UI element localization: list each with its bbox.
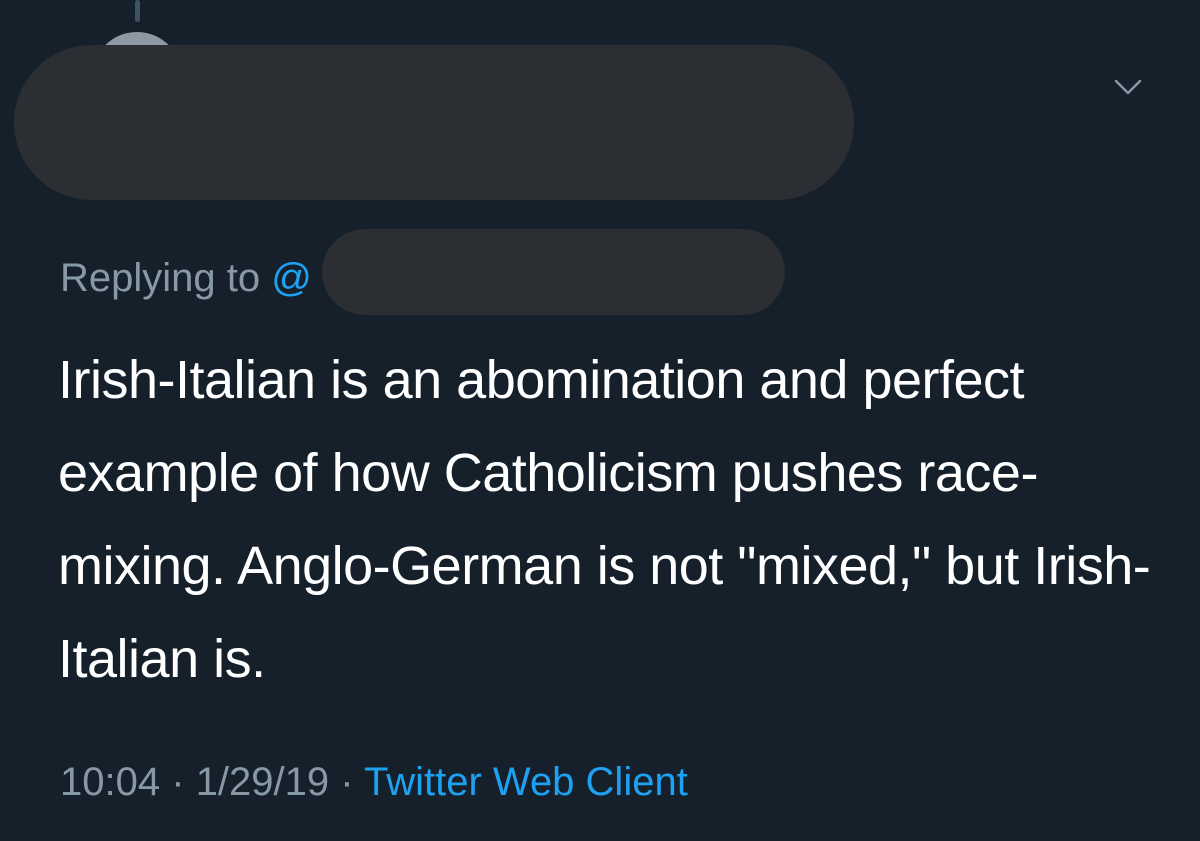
replying-to-label: Replying to (60, 256, 261, 300)
source-client-link[interactable]: Twitter Web Client (364, 760, 688, 804)
chevron-down-icon[interactable] (1110, 70, 1146, 106)
tweet-date[interactable]: 1/29/19 (196, 760, 329, 804)
meta-separator: · (340, 760, 354, 804)
author-name-redaction (14, 45, 854, 200)
tweet-text: Irish-Italian is an abomination and perf… (58, 350, 1151, 689)
tweet-metadata: 10:04 · 1/29/19 · Twitter Web Client (60, 756, 688, 808)
tweet-time[interactable]: 10:04 (60, 760, 160, 804)
reply-handle-redaction (322, 229, 785, 315)
thread-connector-line (135, 0, 140, 22)
meta-separator: · (171, 760, 185, 804)
reply-handle-link[interactable]: @ (271, 256, 312, 300)
replying-to-line: Replying to @ (60, 252, 312, 304)
